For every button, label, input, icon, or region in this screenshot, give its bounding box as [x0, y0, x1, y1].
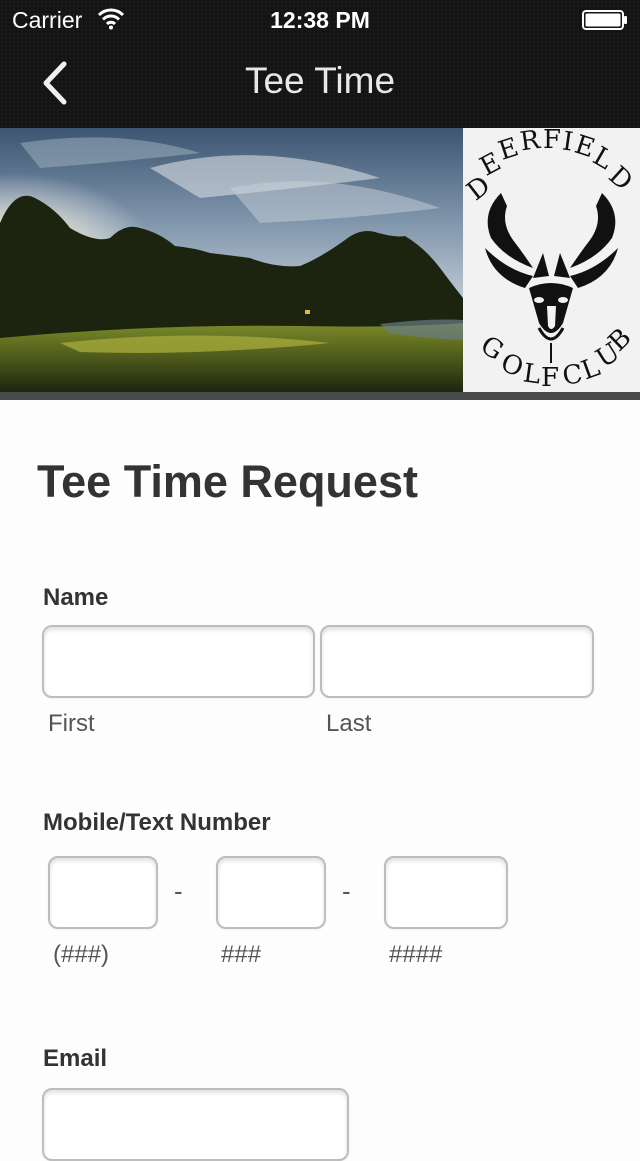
phone-separator: - [342, 876, 351, 906]
svg-text:F: F [543, 128, 561, 155]
area-code-input[interactable] [48, 856, 158, 929]
form-title: Tee Time Request [37, 456, 418, 507]
banner-divider [0, 392, 640, 400]
status-time: 12:38 PM [270, 7, 370, 33]
svg-text:F: F [541, 363, 559, 392]
phone-prefix-input[interactable] [216, 856, 326, 929]
header-banner: D E E R F I E L D G O L F C L U B [0, 128, 640, 392]
phone-separator: - [174, 876, 183, 906]
email-input[interactable] [42, 1088, 349, 1161]
name-label: Name [43, 584, 109, 611]
deerfield-logo: D E E R F I E L D G O L F C L U B [463, 128, 640, 392]
navigation-bar: Tee Time [0, 40, 640, 128]
line-number-caption: #### [389, 941, 443, 968]
battery-icon [582, 10, 627, 30]
last-name-input[interactable] [320, 625, 594, 698]
first-name-caption: First [48, 710, 95, 737]
first-name-input[interactable] [42, 625, 315, 698]
top-bar: Carrier 12:38 PM Tee Time [0, 0, 640, 128]
mobile-number-label: Mobile/Text Number [43, 809, 271, 836]
phone-line-input[interactable] [384, 856, 508, 929]
email-label: Email [43, 1045, 108, 1072]
golf-course-photo [0, 128, 463, 392]
area-code-caption: (###) [53, 941, 110, 968]
nav-title: Tee Time [244, 60, 396, 101]
prefix-caption: ### [221, 941, 262, 968]
last-name-caption: Last [326, 710, 372, 737]
status-bar: Carrier 12:38 PM [0, 0, 640, 40]
